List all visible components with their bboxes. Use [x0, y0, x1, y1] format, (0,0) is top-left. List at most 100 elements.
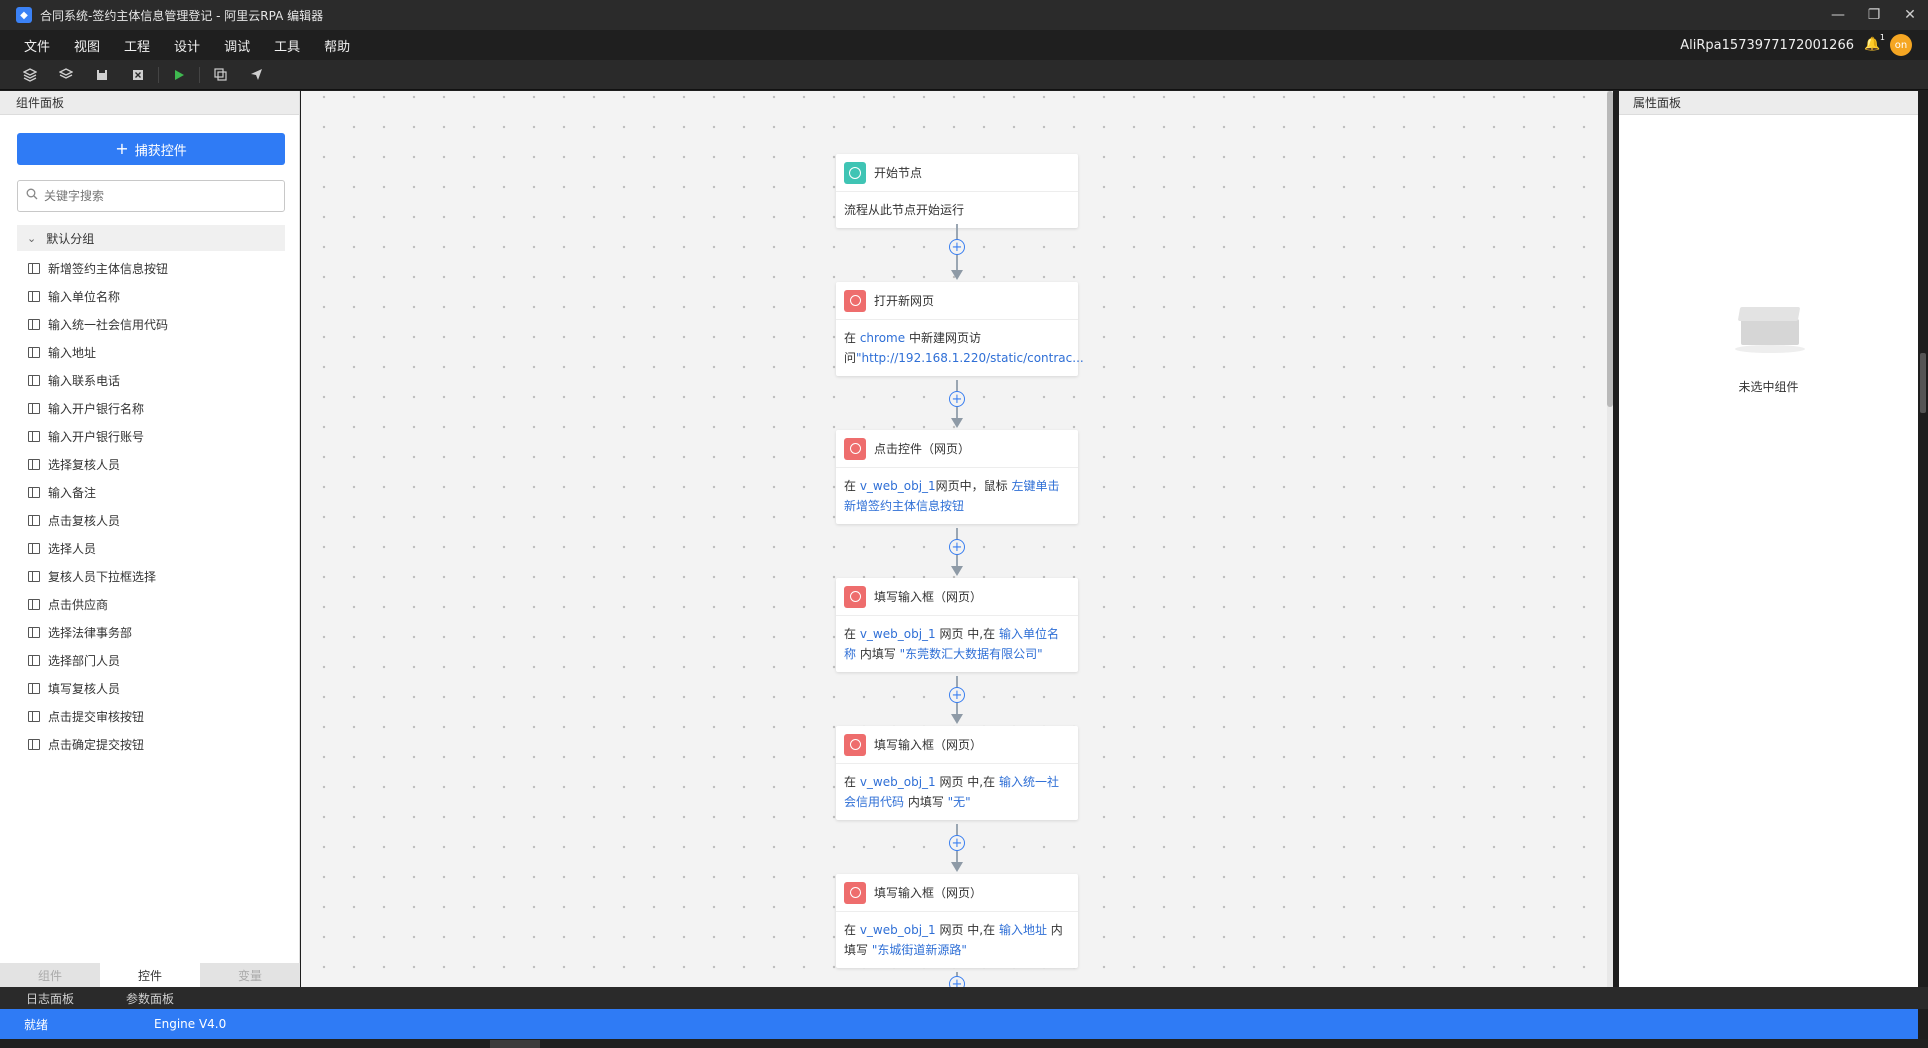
list-item[interactable]: 选择法律事务部 [28, 618, 288, 646]
web-globe-icon [844, 733, 866, 756]
scrollbar-thumb[interactable] [1607, 91, 1613, 407]
tab-log-panel[interactable]: 日志面板 [0, 990, 100, 1007]
add-step-icon[interactable]: + [949, 687, 965, 703]
capture-control-button[interactable]: + 捕获控件 [17, 133, 285, 165]
tab-variables[interactable]: 变量 [200, 963, 300, 987]
node-param-link[interactable]: 左键单击 [1012, 479, 1060, 493]
menu-project[interactable]: 工程 [112, 36, 162, 55]
group-header[interactable]: ⌄ 默认分组 [17, 225, 285, 251]
search-input[interactable] [44, 189, 274, 203]
menu-debug[interactable]: 调试 [212, 36, 262, 55]
flow-node[interactable]: 填写输入框（网页） 在 v_web_obj_1 网页 中,在 输入地址 内填写 "… [836, 874, 1078, 968]
node-param-link[interactable]: "无" [948, 795, 971, 809]
empty-box-icon [1733, 303, 1805, 355]
layers-icon[interactable] [12, 60, 48, 90]
list-item[interactable]: 输入开户银行账号 [28, 422, 288, 450]
list-item[interactable]: 输入地址 [28, 338, 288, 366]
publish-icon[interactable] [238, 60, 274, 90]
control-icon [28, 430, 40, 442]
list-item[interactable]: 输入联系电话 [28, 366, 288, 394]
menu-tools[interactable]: 工具 [262, 36, 312, 55]
flow-node[interactable]: 打开新网页在 chrome 中新建网页访问"http://192.168.1.2… [836, 282, 1084, 376]
user-account[interactable]: AliRpa1573977172001266 [1680, 38, 1854, 53]
add-step-icon[interactable]: + [949, 539, 965, 555]
flow-canvas[interactable]: 开始节点 流程从此节点开始运行 + 打开新网页在 chrome 中新建网页访问"htt… [301, 91, 1613, 987]
close-file-icon[interactable] [120, 60, 156, 90]
flow-node[interactable]: 开始节点 流程从此节点开始运行 [836, 154, 1078, 228]
list-item[interactable]: 填写复核人员 [28, 674, 288, 702]
node-text: 网页 中,在 [935, 627, 999, 641]
close-icon[interactable]: ✕ [1892, 0, 1928, 30]
list-item[interactable]: 点击确定提交按钮 [28, 730, 288, 758]
chevron-down-icon[interactable]: ⌄ [27, 232, 36, 245]
list-item[interactable]: 点击复核人员 [28, 506, 288, 534]
run-icon[interactable] [161, 60, 197, 90]
add-step-icon[interactable]: + [949, 239, 965, 255]
control-label: 输入备注 [48, 485, 97, 500]
node-header: 填写输入框（网页） [836, 874, 1078, 912]
node-param-link[interactable]: chrome [860, 331, 905, 345]
node-text: 在 [844, 331, 860, 345]
node-param-link[interactable]: "http://192.168.1.220/static/contrac... [856, 351, 1084, 365]
save-icon[interactable] [84, 60, 120, 90]
control-label: 输入联系电话 [48, 373, 121, 388]
node-param-link[interactable]: 输入地址 [999, 923, 1047, 937]
list-item[interactable]: 点击供应商 [28, 590, 288, 618]
node-description: 在 v_web_obj_1网页中，鼠标 左键单击 新增签约主体信息按钮 [836, 468, 1078, 524]
minimize-icon[interactable]: — [1820, 0, 1856, 30]
list-item[interactable]: 输入备注 [28, 478, 288, 506]
node-param-link[interactable]: v_web_obj_1 [860, 923, 936, 937]
control-label: 点击供应商 [48, 597, 109, 612]
node-header: 填写输入框（网页） [836, 726, 1078, 764]
tab-components[interactable]: 组件 [0, 963, 100, 987]
list-item[interactable]: 输入单位名称 [28, 282, 288, 310]
list-item[interactable]: 输入开户银行名称 [28, 394, 288, 422]
list-item[interactable]: 选择部门人员 [28, 646, 288, 674]
control-label: 点击确定提交按钮 [48, 737, 145, 752]
panel-resize-handle[interactable] [1920, 353, 1926, 413]
flow-node[interactable]: 填写输入框（网页） 在 v_web_obj_1 网页 中,在 输入统一社会信用代码… [836, 726, 1078, 820]
menu-file[interactable]: 文件 [12, 36, 62, 55]
menu-help[interactable]: 帮助 [312, 36, 362, 55]
right-edge-bar [1918, 91, 1928, 987]
node-description: 在 v_web_obj_1 网页 中,在 输入统一社会信用代码 内填写 "无" [836, 764, 1078, 820]
list-item[interactable]: 输入统一社会信用代码 [28, 310, 288, 338]
list-item[interactable]: 新增签约主体信息按钮 [28, 254, 288, 282]
list-item[interactable]: 点击提交审核按钮 [28, 702, 288, 730]
node-text: 内填写 [856, 647, 900, 661]
add-step-icon[interactable]: + [949, 976, 965, 987]
tab-controls[interactable]: 控件 [100, 963, 200, 987]
menu-design[interactable]: 设计 [162, 36, 212, 55]
node-title: 打开新网页 [874, 294, 935, 308]
flow-node[interactable]: 填写输入框（网页） 在 v_web_obj_1 网页 中,在 输入单位名称 内填写… [836, 578, 1078, 672]
list-item[interactable]: 复核人员下拉框选择 [28, 562, 288, 590]
node-param-link[interactable]: v_web_obj_1 [860, 627, 936, 641]
control-label: 复核人员下拉框选择 [48, 569, 157, 584]
node-param-link[interactable]: "东莞数汇大数据有限公司" [900, 647, 1043, 661]
node-param-link[interactable]: 新增签约主体信息按钮 [844, 499, 964, 513]
toolbar-divider [199, 66, 200, 83]
plus-icon: + [115, 139, 129, 158]
add-step-icon[interactable]: + [949, 391, 965, 407]
menu-view[interactable]: 视图 [62, 36, 112, 55]
restore-icon[interactable]: ❐ [1856, 0, 1892, 30]
node-title: 开始节点 [874, 166, 923, 180]
control-icon [28, 318, 40, 330]
list-item[interactable]: 选择人员 [28, 534, 288, 562]
tab-param-panel[interactable]: 参数面板 [100, 990, 200, 1007]
copy-icon[interactable] [202, 60, 238, 90]
flow-node[interactable]: 点击控件（网页） 在 v_web_obj_1网页中，鼠标 左键单击 新增签约主体信… [836, 430, 1078, 524]
search-box[interactable] [17, 180, 285, 212]
node-param-link[interactable]: v_web_obj_1 [860, 775, 936, 789]
node-param-link[interactable]: "东城街道新源路" [872, 943, 967, 957]
node-param-link[interactable]: v_web_obj_1 [860, 479, 936, 493]
avatar[interactable]: on [1890, 34, 1912, 56]
layers-alt-icon[interactable] [48, 60, 84, 90]
bell-icon[interactable]: 🔔 1 [1864, 33, 1885, 53]
list-item[interactable]: 选择复核人员 [28, 450, 288, 478]
canvas-scrollbar[interactable] [1607, 91, 1613, 987]
group-label: 默认分组 [46, 231, 95, 246]
control-icon [28, 486, 40, 498]
status-text: 就绪 [24, 1017, 49, 1032]
add-step-icon[interactable]: + [949, 835, 965, 851]
